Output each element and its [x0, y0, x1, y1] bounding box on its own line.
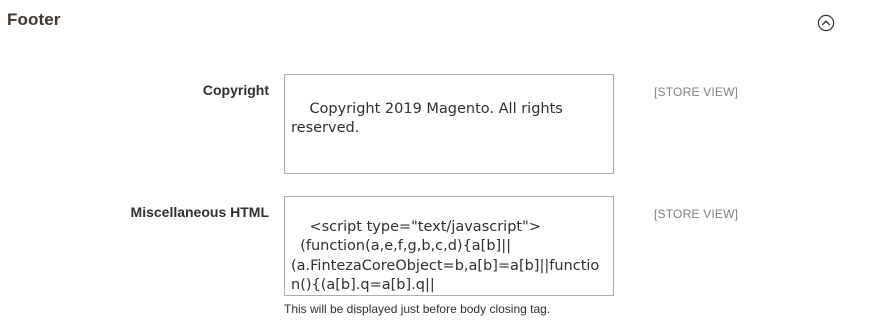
misc-html-value: <script type="text/javascript"> (functio… [291, 218, 600, 294]
section-title: Footer [7, 10, 61, 29]
misc-html-label: Miscellaneous HTML [130, 204, 269, 220]
resize-grip-icon[interactable] [602, 162, 611, 171]
misc-html-textarea[interactable]: <script type="text/javascript"> (functio… [284, 196, 614, 296]
chevron-up-circle-icon[interactable] [817, 14, 835, 32]
copyright-label: Copyright [202, 82, 269, 98]
resize-grip-icon[interactable] [602, 284, 611, 293]
misc-html-scope: [STORE VIEW] [654, 207, 739, 221]
footer-section-header[interactable]: Footer [0, 0, 873, 46]
footer-config-page: Footer Copyright Copyright 2019 Magento.… [0, 0, 873, 336]
copyright-scope: [STORE VIEW] [654, 85, 739, 99]
copyright-value: Copyright 2019 Magento. All rights reser… [291, 100, 568, 137]
misc-html-note: This will be displayed just before body … [284, 302, 551, 316]
copyright-textarea[interactable]: Copyright 2019 Magento. All rights reser… [284, 74, 614, 174]
